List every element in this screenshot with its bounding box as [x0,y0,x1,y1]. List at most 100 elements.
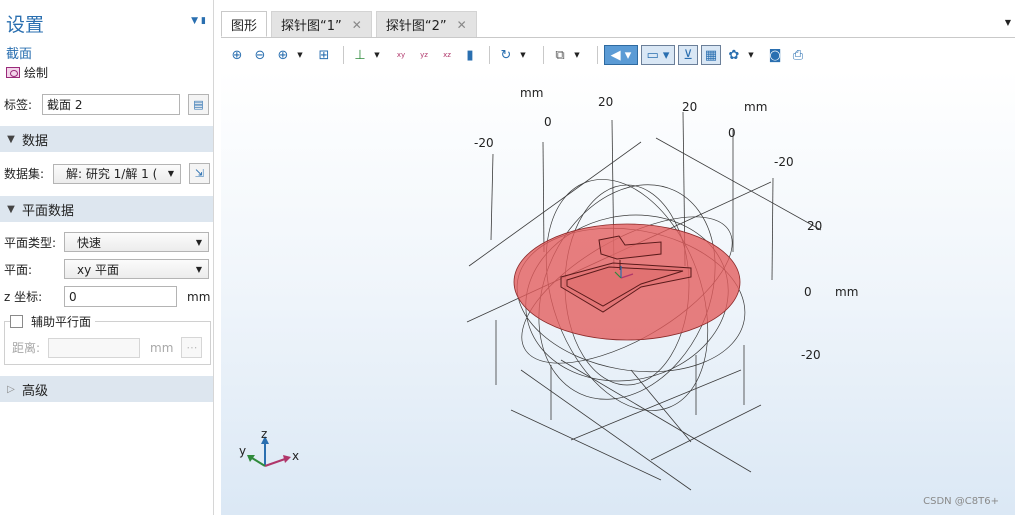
draw-button-label: 绘制 [24,66,49,80]
zoom-box-icon[interactable]: ⊕ [273,45,293,65]
plane-value: xy 平面 [77,262,120,277]
dataset-row: 数据集: 解: 研究 1/解 1 ( ▼ ⇲ [4,163,210,184]
edit-note-icon: ▤ [193,98,204,111]
chevron-down-icon[interactable]: ▼ [519,45,527,65]
plane-select[interactable]: xy 平面 ▼ [64,259,209,279]
z-coord-input[interactable]: 0 [64,286,177,307]
draw-button[interactable]: 绘制 [6,64,48,81]
toolbar-separator [489,46,490,64]
axis-unit-top-left: mm [520,86,543,100]
z-coord-row: z 坐标: 0 mm [4,286,210,307]
plane-type-row: 平面类型: 快速 ▼ [4,232,209,252]
section-advanced-header[interactable]: ▷ 高级 [0,376,213,402]
light-icon[interactable]: ◀ ▾ [604,45,638,65]
axis-unit-top-right: mm [744,100,767,114]
tab-bar: 图形 探针图“1” ✕ 探针图“2” ✕ [221,11,1015,38]
distance-input[interactable] [48,337,140,358]
tick-label-neg20-left: -20 [474,136,494,150]
label-field-label: 标签: [4,98,33,112]
tick-label-top-0-a: 0 [544,115,552,129]
zoom-out-icon[interactable]: ⊖ [250,45,270,65]
label-input[interactable]: 截面 2 [42,94,180,115]
tab-probe-1[interactable]: 探针图“1” ✕ [271,11,372,37]
axis-unit-right: mm [835,285,858,299]
grid-icon[interactable]: ⊻ [678,45,698,65]
section-plane-data-header[interactable]: ▼ 平面数据 [0,196,213,222]
view-xy-icon[interactable]: xy [391,45,411,65]
view-yz-label: yz [420,51,428,59]
chevron-right-icon: ▷ [7,383,15,395]
dataset-label: 数据集: [4,167,45,181]
view-2d-icon[interactable]: ▮ [460,45,480,65]
render-icon[interactable]: ✿ [724,45,744,65]
close-icon[interactable]: ✕ [457,18,467,32]
axis-triad: z x y [239,427,299,467]
chevron-down-icon[interactable]: ▼ [573,45,581,65]
show-grid-icon[interactable]: ▦ [701,45,721,65]
tick-label-top-20-b: 20 [682,100,697,114]
plane-label: 平面: [4,262,33,277]
chevron-down-icon: ▼ [167,169,174,178]
view-zx-icon[interactable]: xz [437,45,457,65]
section-data-header[interactable]: ▼ 数据 [0,126,213,152]
chevron-down-icon[interactable]: ▼ [191,16,201,26]
chevron-down-icon: ▼ [195,237,202,247]
chevron-down-icon[interactable]: ▼ [296,45,304,65]
section-data-title: 数据 [22,133,49,149]
panel-pin-icons[interactable]: ▼▮ [191,16,209,26]
view-yz-icon[interactable]: yz [414,45,434,65]
triad-x-label: x [292,449,299,463]
tick-label-neg20-right: -20 [774,155,794,169]
zoom-in-icon[interactable]: ⊕ [227,45,247,65]
model-canvas: mm 20 20 mm 0 0 -20 -20 20 0 mm -20 z x … [239,86,858,491]
tab-overflow-icon[interactable]: ▼ [1005,18,1011,27]
tick-label-right-0: 0 [804,285,812,299]
watermark-text: CSDN @C8T6+ [923,496,999,507]
z-coord-label: z 坐标: [4,290,43,304]
tab-probe-2[interactable]: 探针图“2” ✕ [375,11,477,37]
chevron-down-icon: ▼ [7,203,15,215]
zoom-extents-icon[interactable]: ⊞ [314,45,334,65]
section-advanced-title: 高级 [22,383,49,399]
close-icon[interactable]: ✕ [352,18,362,32]
chevron-down-icon: ▼ [195,264,202,274]
settings-title: 设置 [6,14,45,36]
tab-graphics[interactable]: 图形 [221,11,268,37]
distance-range-button[interactable]: ⋯ [181,337,203,358]
transparency-icon[interactable]: ▭ ▾ [641,45,675,65]
label-edit-button[interactable]: ▤ [188,94,209,115]
pin-icon[interactable]: ▮ [201,16,209,26]
range-icon: ⋯ [186,341,198,354]
chevron-down-icon: ▼ [7,133,15,145]
toolbar-separator [343,46,344,64]
tab-probe-1-label: 探针图“1” [281,19,342,34]
chevron-down-icon[interactable]: ▼ [373,45,381,65]
chevron-down-icon[interactable]: ▼ [747,45,755,65]
aux-planes-checkbox[interactable] [10,315,23,328]
view-xy-label: xy [396,51,406,59]
print-icon[interactable]: ⎙ [788,45,808,65]
z-coord-unit: mm [187,289,211,304]
node-type-label: 截面 [6,47,33,62]
distance-row: 距离: mm ⋯ [12,337,203,358]
triad-y-label: y [239,444,246,458]
camera-icon[interactable]: ◙ [765,45,785,65]
section-plane-data-title: 平面数据 [22,203,75,219]
graphics-viewport[interactable]: mm 20 20 mm 0 0 -20 -20 20 0 mm -20 z x … [221,70,1015,515]
axes-orientation-icon[interactable]: ⊥ [350,45,370,65]
view-zx-label: xz [443,51,451,59]
aux-planes-label: 辅助平行面 [31,315,92,329]
dataset-select[interactable]: 解: 研究 1/解 1 ( ▼ [53,163,181,184]
graphics-window: 图形 探针图“1” ✕ 探针图“2” ✕ ▼ ⊕ ⊖ ⊕ ▼ ⊞ ⊥ ▼ xy … [221,0,1015,515]
dataset-goto-button[interactable]: ⇲ [189,163,210,184]
tick-label-top-20-a: 20 [598,95,613,109]
distance-label: 距离: [12,341,41,355]
aux-planes-row: 辅助平行面 [10,313,96,330]
tab-graphics-label: 图形 [231,18,258,34]
rotate-icon[interactable]: ↻ [496,45,516,65]
toolbar-separator [543,46,544,64]
plane-type-select[interactable]: 快速 ▼ [64,232,209,252]
distance-unit: mm [150,340,174,355]
settings-panel: 设置 ▼▮ 截面 绘制 标签: 截面 2 ▤ ▼ 数据 数据集: 解: 研究 1… [0,0,214,515]
views-icon[interactable]: ⧉ [550,45,570,65]
